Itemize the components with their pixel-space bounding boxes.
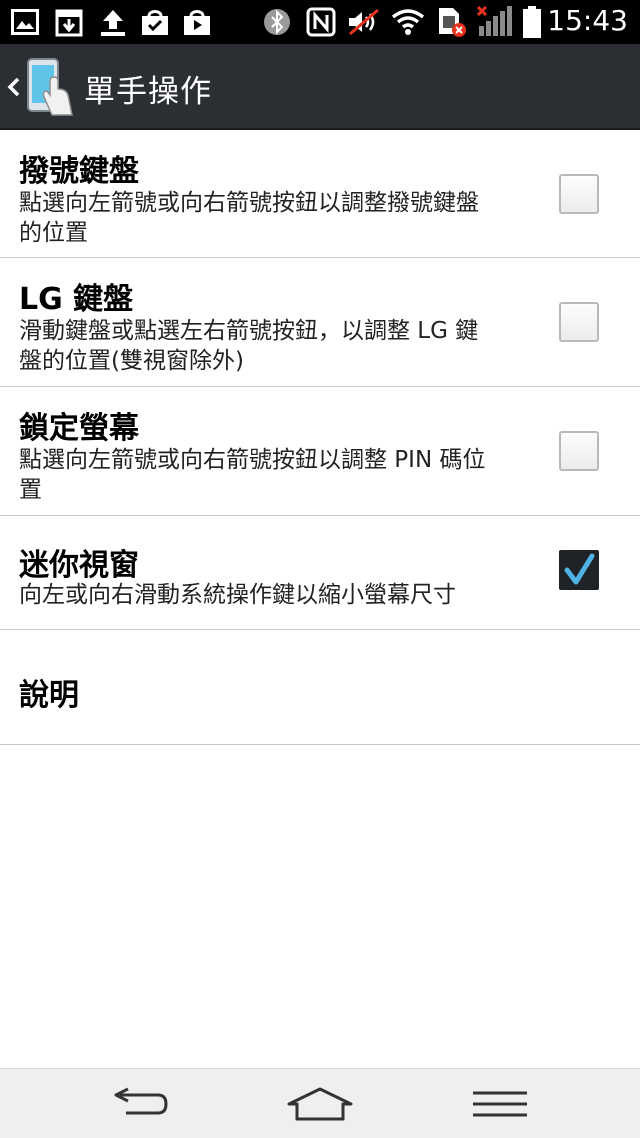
battery-icon <box>520 6 544 38</box>
clock: 15:43 <box>547 4 628 37</box>
setting-title: 鎖定螢幕 <box>19 411 139 446</box>
summary-line: 點選向左箭號或向右箭號按鈕以調整 PIN 碼位 <box>19 447 486 473</box>
setting-title: 撥號鍵盤 <box>19 154 139 189</box>
bluetooth-icon <box>262 6 292 38</box>
menu-icon[interactable] <box>450 1081 550 1127</box>
lg-keyboard-checkbox[interactable] <box>559 302 599 342</box>
summary-line: 的位置 <box>19 220 88 246</box>
muted-volume-icon <box>346 6 382 38</box>
upload-icon <box>98 6 128 38</box>
summary-line: 向左或向右滑動系統操作鍵以縮小螢幕尺寸 <box>19 582 456 608</box>
back-arrow-icon[interactable] <box>90 1081 190 1127</box>
sim-error-icon <box>434 6 468 38</box>
chevron-left-icon[interactable] <box>4 70 24 104</box>
setting-summary: 點選向左箭號或向右箭號按鈕以調整撥號鍵盤 的位置 <box>19 188 529 248</box>
summary-line: 點選向左箭號或向右箭號按鈕以調整撥號鍵盤 <box>19 190 479 216</box>
navigation-bar <box>0 1068 640 1138</box>
summary-line: 置 <box>19 477 42 503</box>
play-store-icon <box>182 6 212 38</box>
setting-summary: 滑動鍵盤或點選左右箭號按鈕，以調整 LG 鍵 盤的位置(雙視窗除外) <box>19 316 529 376</box>
action-bar: 單手操作 <box>0 44 640 130</box>
setting-summary: 點選向左箭號或向右箭號按鈕以調整 PIN 碼位 置 <box>19 445 529 505</box>
setting-mini-view[interactable]: 迷你視窗 向左或向右滑動系統操作鍵以縮小螢幕尺寸 <box>0 516 640 630</box>
wifi-icon <box>390 6 426 38</box>
setting-dialer-keypad[interactable]: 撥號鍵盤 點選向左箭號或向右箭號按鈕以調整撥號鍵盤 的位置 <box>0 130 640 258</box>
dialer-keypad-checkbox[interactable] <box>559 174 599 214</box>
shopping-bag-icon <box>140 6 170 38</box>
home-icon[interactable] <box>270 1081 370 1127</box>
page-title: 單手操作 <box>84 74 212 110</box>
summary-line: 滑動鍵盤或點選左右箭號按鈕，以調整 LG 鍵 <box>19 318 479 344</box>
one-hand-phone-icon[interactable] <box>22 57 76 117</box>
gallery-icon <box>10 6 40 38</box>
summary-line: 盤的位置(雙視窗除外) <box>19 348 244 374</box>
signal-no-service-icon <box>474 6 514 38</box>
setting-lock-screen[interactable]: 鎖定螢幕 點選向左箭號或向右箭號按鈕以調整 PIN 碼位 置 <box>0 387 640 516</box>
checkmark-icon <box>564 553 595 585</box>
status-bar: 15:43 <box>0 0 640 44</box>
mini-view-checkbox[interactable] <box>559 550 599 590</box>
setting-title: LG 鍵盤 <box>19 282 134 317</box>
lock-screen-checkbox[interactable] <box>559 431 599 471</box>
nfc-icon <box>304 6 338 38</box>
setting-summary: 向左或向右滑動系統操作鍵以縮小螢幕尺寸 <box>19 580 529 610</box>
setting-title: 說明 <box>19 678 79 713</box>
download-box-icon <box>54 6 84 38</box>
setting-title: 迷你視窗 <box>19 548 139 583</box>
setting-lg-keyboard[interactable]: LG 鍵盤 滑動鍵盤或點選左右箭號按鈕，以調整 LG 鍵 盤的位置(雙視窗除外) <box>0 258 640 387</box>
settings-list: 撥號鍵盤 點選向左箭號或向右箭號按鈕以調整撥號鍵盤 的位置 LG 鍵盤 滑動鍵盤… <box>0 130 640 745</box>
setting-help[interactable]: 說明 <box>0 630 640 745</box>
